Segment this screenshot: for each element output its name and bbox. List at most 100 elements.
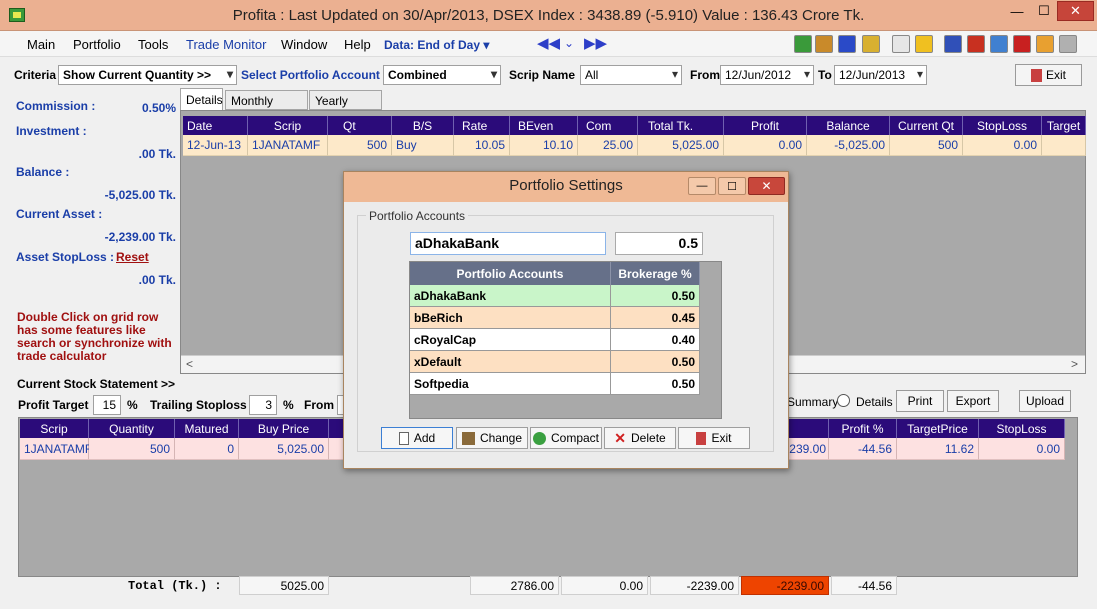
brokerage-cell[interactable]: 0.50 <box>611 285 700 307</box>
document-icon[interactable] <box>1036 35 1054 53</box>
col-date[interactable]: Date <box>183 116 248 135</box>
table-cell[interactable]: 25.00 <box>578 135 638 156</box>
export-button[interactable]: Export <box>947 390 999 412</box>
trailing-stoploss-input[interactable]: 3 <box>249 395 277 415</box>
to-date[interactable]: 12/Jun/2013 <box>834 65 927 85</box>
table-cell[interactable]: 5,025.00 <box>239 438 329 460</box>
brokerage-input[interactable]: 0.5 <box>615 232 703 255</box>
table-cell[interactable]: 0.00 <box>963 135 1042 156</box>
menu-help[interactable]: Help <box>344 37 371 52</box>
triangle-icon[interactable] <box>967 35 985 53</box>
close-button[interactable]: ✕ <box>1057 1 1094 21</box>
next-arrow-icon[interactable]: ▶▶ <box>584 34 607 52</box>
exit-button[interactable]: Exit <box>1015 64 1082 86</box>
table-cell[interactable]: 5,025.00 <box>638 135 724 156</box>
bar-chart-icon[interactable] <box>838 35 856 53</box>
print-icon[interactable] <box>1059 35 1077 53</box>
col-scrip[interactable]: Scrip <box>248 116 328 135</box>
download-icon[interactable] <box>794 35 812 53</box>
table-cell[interactable]: 0 <box>175 438 239 460</box>
scroll-left-icon[interactable]: < <box>186 357 193 371</box>
scroll-right-icon[interactable]: > <box>1071 357 1078 371</box>
col-target[interactable]: Target <box>1042 116 1086 135</box>
col-scrip[interactable]: Scrip <box>20 419 89 438</box>
data-mode-dropdown[interactable]: Data: End of Day ▾ <box>384 38 489 52</box>
account-name-cell[interactable]: cRoyalCap <box>410 329 611 351</box>
upload-button[interactable]: Upload <box>1019 390 1071 412</box>
col-balance[interactable]: Balance <box>807 116 890 135</box>
table-cell[interactable]: 11.62 <box>897 438 979 460</box>
brokerage-cell[interactable]: 0.40 <box>611 329 700 351</box>
account-name-input[interactable]: aDhakaBank <box>410 232 606 255</box>
calculator-icon[interactable] <box>990 35 1008 53</box>
report-icon[interactable] <box>944 35 962 53</box>
table-cell[interactable]: 500 <box>89 438 175 460</box>
col-hidden[interactable] <box>329 419 344 438</box>
table-cell[interactable]: Buy <box>392 135 454 156</box>
col-com[interactable]: Com <box>578 116 638 135</box>
m-icon[interactable] <box>1013 35 1031 53</box>
scrip-select[interactable]: All <box>580 65 682 85</box>
profit-target-input[interactable]: 15 <box>93 395 121 415</box>
previous-arrow-icon[interactable]: ◀◀ <box>537 34 560 52</box>
tab-details[interactable]: Details <box>180 88 223 111</box>
change-button[interactable]: Change <box>456 427 528 449</box>
summary-radio-label[interactable]: Summary <box>787 395 838 409</box>
edit-icon[interactable] <box>892 35 910 53</box>
tab-yearly-report[interactable]: Yearly Report <box>309 90 382 122</box>
menu-main[interactable]: Main <box>27 37 55 52</box>
brokerage-cell[interactable]: 0.45 <box>611 307 700 329</box>
brokerage-cell[interactable]: 0.50 <box>611 351 700 373</box>
details-radio-label[interactable]: Details <box>856 395 893 409</box>
account-name-cell[interactable]: xDefault <box>410 351 611 373</box>
dialog-maximize-button[interactable]: ☐ <box>718 177 746 195</box>
col-quantity[interactable]: Quantity <box>89 419 175 438</box>
menu-portfolio[interactable]: Portfolio <box>73 37 121 52</box>
menu-tools[interactable]: Tools <box>138 37 168 52</box>
col-target-price[interactable]: TargetPrice <box>897 419 979 438</box>
maximize-button[interactable]: ☐ <box>1031 1 1057 21</box>
table-cell[interactable]: -44.56 <box>829 438 897 460</box>
account-name-cell[interactable]: aDhakaBank <box>410 285 611 307</box>
col-stoploss[interactable]: StopLoss <box>963 116 1042 135</box>
table-cell[interactable]: 0.00 <box>724 135 807 156</box>
table-cell[interactable]: -5,025.00 <box>807 135 890 156</box>
brokerage-cell[interactable]: 0.50 <box>611 373 700 395</box>
table-cell[interactable]: 1JANATAMF <box>248 135 328 156</box>
table-cell[interactable]: 1JANATAMF <box>20 438 92 460</box>
dialog-minimize-button[interactable]: — <box>688 177 716 195</box>
table-cell[interactable] <box>1042 135 1086 156</box>
account-name-cell[interactable]: Softpedia <box>410 373 611 395</box>
tab-monthly-report[interactable]: Monthly Report <box>225 90 308 122</box>
criteria-select[interactable]: Show Current Quantity >> <box>58 65 237 85</box>
table-cell[interactable]: 0.00 <box>979 438 1065 460</box>
col-qt[interactable]: Qt <box>328 116 392 135</box>
folder-icon[interactable] <box>915 35 933 53</box>
account-select[interactable]: Combined <box>383 65 501 85</box>
account-name-cell[interactable]: bBeRich <box>410 307 611 329</box>
from-date[interactable]: 12/Jun/2012 <box>720 65 814 85</box>
compact-button[interactable]: Compact <box>530 427 602 449</box>
col-profit[interactable]: Profit <box>724 116 807 135</box>
table-cell[interactable] <box>329 438 344 460</box>
print-button[interactable]: Print <box>896 390 944 412</box>
col-portfolio-accounts[interactable]: Portfolio Accounts <box>410 262 611 285</box>
col-matured[interactable]: Matured <box>175 419 239 438</box>
table-cell[interactable]: 500 <box>328 135 392 156</box>
col-beven[interactable]: BEven <box>510 116 578 135</box>
dialog-exit-button[interactable]: Exit <box>678 427 750 449</box>
menu-trade-monitor[interactable]: Trade Monitor <box>186 37 266 52</box>
table-cell[interactable]: 10.10 <box>510 135 578 156</box>
add-button[interactable]: Add <box>381 427 453 449</box>
col-stoploss[interactable]: StopLoss <box>979 419 1065 438</box>
col-hidden[interactable] <box>789 419 829 438</box>
import-icon[interactable] <box>862 35 880 53</box>
current-stock-label[interactable]: Current Stock Statement >> <box>17 377 175 391</box>
table-cell[interactable]: 10.05 <box>454 135 510 156</box>
col-profit-pct[interactable]: Profit % <box>829 419 897 438</box>
col-buy-price[interactable]: Buy Price <box>239 419 329 438</box>
chevron-down-icon[interactable]: ⌄ <box>564 36 574 50</box>
minimize-button[interactable]: — <box>1003 1 1031 21</box>
details-radio[interactable] <box>837 394 850 407</box>
table-cell[interactable]: 500 <box>890 135 963 156</box>
